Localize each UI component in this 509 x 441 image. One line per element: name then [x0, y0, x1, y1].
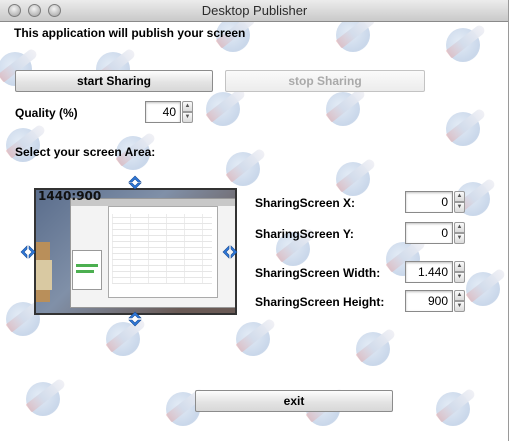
start-sharing-button[interactable]: start Sharing	[15, 70, 213, 92]
rocket-logo-icon	[430, 382, 477, 428]
stepper-down-icon[interactable]: ▼	[182, 112, 193, 123]
rocket-logo-icon	[440, 102, 487, 148]
screen-height-field[interactable]: 900	[405, 290, 453, 312]
arrow-left-icon[interactable]	[20, 244, 36, 260]
screen-y-label: SharingScreen Y:	[255, 227, 354, 241]
rocket-logo-icon	[330, 22, 377, 54]
screen-width-label: SharingScreen Width:	[255, 266, 381, 280]
resolution-label: 1440:900	[38, 189, 102, 203]
stepper-down-icon[interactable]: ▼	[454, 272, 465, 283]
screen-height-stepper[interactable]: 900 ▲ ▼	[405, 290, 465, 312]
area-label: Select your screen Area:	[15, 145, 156, 159]
rocket-logo-icon	[330, 152, 377, 198]
screen-width-field[interactable]: 1.440	[405, 261, 453, 283]
stepper-down-icon[interactable]: ▼	[454, 202, 465, 213]
screen-height-label: SharingScreen Height:	[255, 295, 385, 309]
rocket-logo-icon	[230, 312, 277, 358]
arrow-up-icon[interactable]	[127, 174, 143, 190]
quality-stepper[interactable]: 40 ▲ ▼	[145, 101, 193, 123]
exit-button[interactable]: exit	[195, 390, 393, 412]
stepper-down-icon[interactable]: ▼	[454, 233, 465, 244]
rocket-logo-icon	[440, 22, 487, 64]
arrow-down-icon[interactable]	[127, 311, 143, 327]
stepper-up-icon[interactable]: ▲	[454, 261, 465, 272]
content-area: This application will publish your scree…	[0, 22, 508, 441]
screen-x-field[interactable]: 0	[405, 191, 453, 213]
intro-text: This application will publish your scree…	[14, 26, 246, 40]
quality-label: Quality (%)	[15, 106, 78, 120]
title-bar[interactable]: Desktop Publisher	[0, 0, 508, 22]
screen-y-field[interactable]: 0	[405, 222, 453, 244]
stepper-up-icon[interactable]: ▲	[454, 222, 465, 233]
stepper-up-icon[interactable]: ▲	[454, 290, 465, 301]
rocket-logo-icon	[460, 262, 507, 308]
quality-field[interactable]: 40	[145, 101, 181, 123]
window-title: Desktop Publisher	[201, 3, 308, 18]
screen-x-label: SharingScreen X:	[255, 196, 356, 210]
rocket-logo-icon	[220, 142, 267, 188]
app-window: Desktop Publisher This application will …	[0, 0, 509, 441]
stop-sharing-button[interactable]: stop Sharing	[225, 70, 425, 92]
rocket-logo-icon	[20, 372, 67, 418]
screen-area-preview[interactable]: 1440:900	[34, 188, 237, 315]
stepper-down-icon[interactable]: ▼	[454, 301, 465, 312]
rocket-logo-icon	[350, 322, 397, 368]
screen-y-stepper[interactable]: 0 ▲ ▼	[405, 222, 465, 244]
stepper-up-icon[interactable]: ▲	[454, 191, 465, 202]
screen-width-stepper[interactable]: 1.440 ▲ ▼	[405, 261, 465, 283]
stepper-up-icon[interactable]: ▲	[182, 101, 193, 112]
arrow-right-icon[interactable]	[222, 244, 238, 260]
screen-x-stepper[interactable]: 0 ▲ ▼	[405, 191, 465, 213]
